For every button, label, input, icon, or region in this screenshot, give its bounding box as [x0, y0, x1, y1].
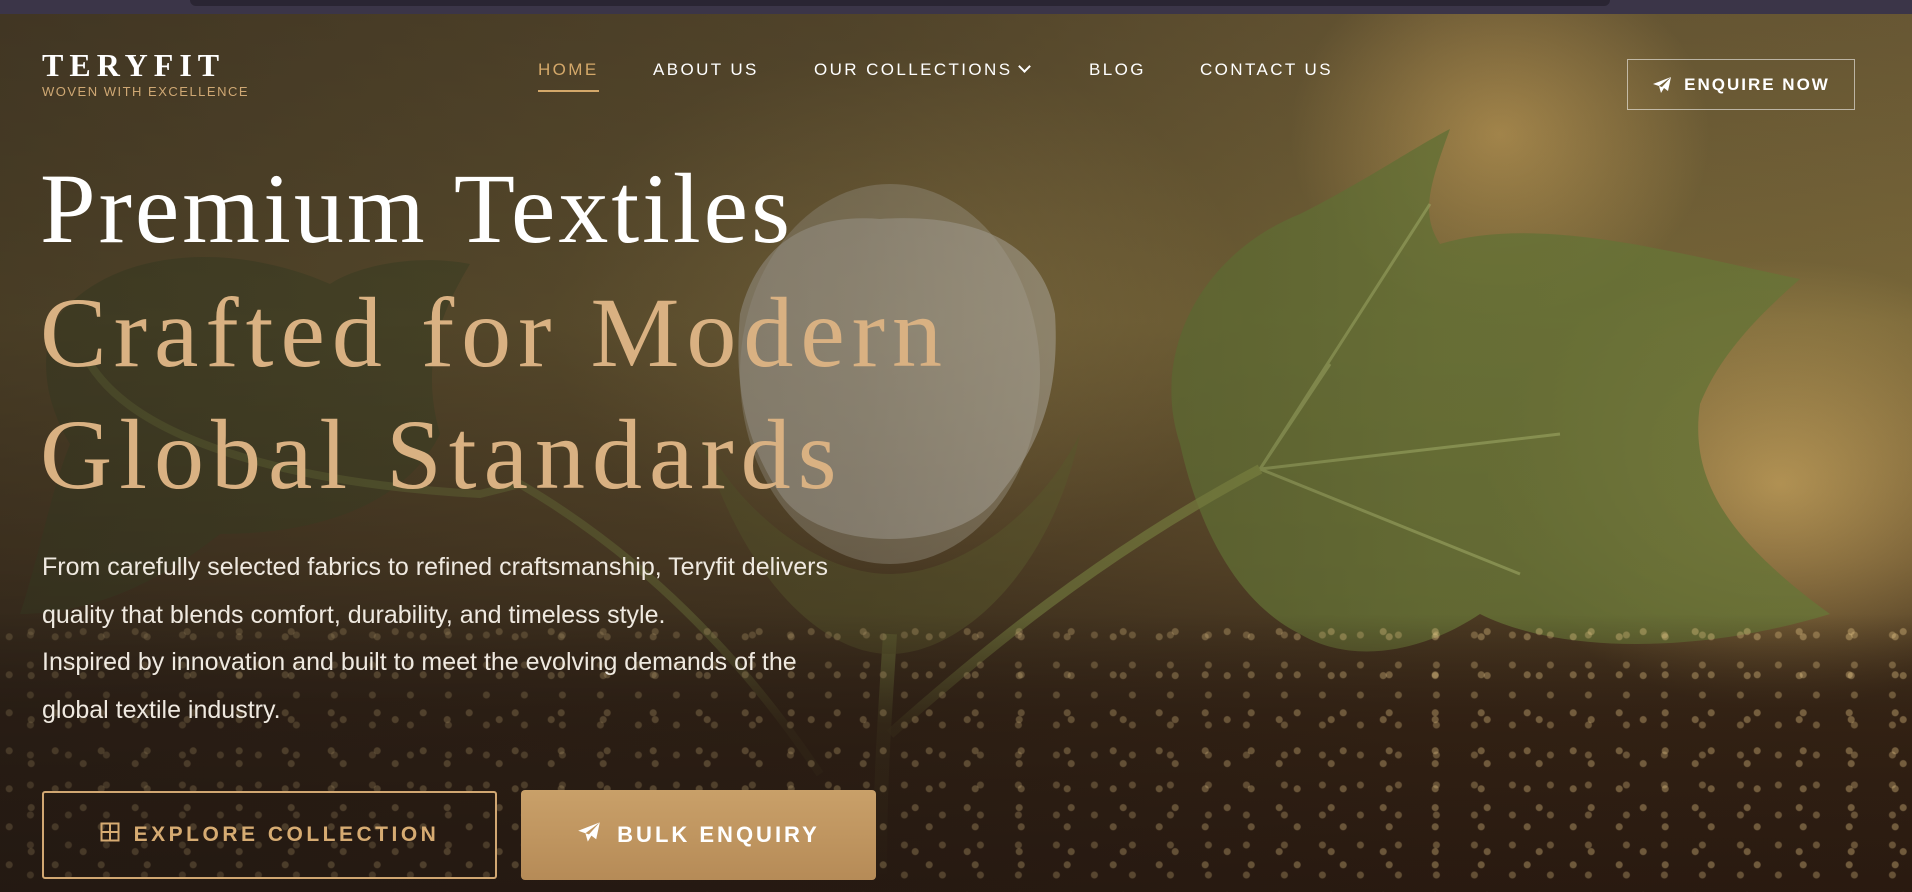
- hero-title-line-2: Crafted for Modern: [40, 277, 950, 388]
- hero-description: From carefully selected fabrics to refin…: [42, 544, 1002, 734]
- nav-item-about-us[interactable]: ABOUT US: [653, 60, 759, 80]
- hero-paragraph-1-line-2: quality that blends comfort, durability,…: [42, 600, 666, 629]
- brand-name: TERYFIT: [42, 47, 226, 83]
- brand-tagline: WOVEN WITH EXCELLENCE: [42, 84, 250, 99]
- paper-plane-icon: [1652, 76, 1672, 94]
- grid-icon: [100, 822, 120, 848]
- nav-item-blog[interactable]: BLOG: [1089, 60, 1146, 80]
- chevron-down-icon: [1018, 60, 1032, 73]
- nav-item-our-collections-label: OUR COLLECTIONS: [814, 60, 1013, 79]
- brand-logo[interactable]: TERYFIT WOVEN WITH EXCELLENCE: [42, 48, 249, 99]
- paper-plane-icon: [577, 821, 601, 849]
- enquire-now-button[interactable]: ENQUIRE NOW: [1627, 59, 1855, 110]
- hero-paragraph-2-line-2: global textile industry.: [42, 695, 281, 724]
- hero-title-accent: Crafted for Modern Global Standards: [40, 272, 1140, 516]
- nav-item-our-collections[interactable]: OUR COLLECTIONS: [814, 60, 1032, 80]
- enquire-now-label: ENQUIRE NOW: [1684, 74, 1830, 94]
- bulk-enquiry-button[interactable]: BULK ENQUIRY: [521, 790, 876, 880]
- hero-title-line-1: Premium Textiles: [40, 153, 793, 264]
- explore-collection-label: EXPLORE COLLECTION: [133, 823, 440, 846]
- nav-item-contact-us[interactable]: CONTACT US: [1200, 60, 1333, 80]
- bulk-enquiry-label: BULK ENQUIRY: [617, 822, 820, 847]
- browser-tab-strip: [190, 0, 1610, 6]
- hero-paragraph-2-line-1: Inspired by innovation and built to meet…: [42, 648, 797, 676]
- nav-item-home[interactable]: HOME: [538, 60, 599, 92]
- explore-collection-button[interactable]: EXPLORE COLLECTION: [42, 791, 497, 879]
- hero-section: TERYFIT WOVEN WITH EXCELLENCE HOME ABOUT…: [0, 14, 1912, 892]
- hero-title-line-3: Global Standards: [40, 399, 844, 510]
- browser-top-bar: [0, 0, 1912, 14]
- hero-paragraph-1-line-1: From carefully selected fabrics to refin…: [42, 553, 828, 581]
